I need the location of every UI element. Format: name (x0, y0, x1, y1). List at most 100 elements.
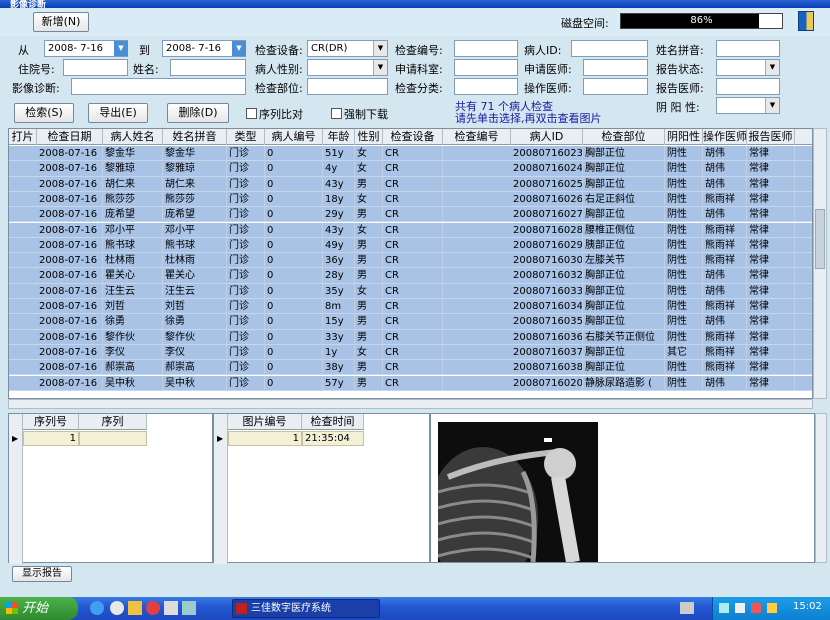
cell-age[interactable]: 4y (323, 161, 355, 177)
col-header-exam-no[interactable]: 检查编号 (443, 129, 511, 145)
scroll-thumb[interactable] (815, 209, 825, 269)
from-date-dropdown-icon[interactable]: ▼ (114, 41, 128, 56)
col-header-age[interactable]: 年龄 (323, 129, 355, 145)
cell-name-pinyin[interactable]: 郝崇高 (163, 360, 227, 376)
table-row[interactable]: 2008-07-16 吴中秋 吴中秋 门诊 0 57y 男 CR 20080716020 静脉尿路… (9, 375, 812, 391)
cell-yinyang[interactable]: 阴性 (665, 283, 703, 299)
cell-name-pinyin[interactable]: 瞿关心 (163, 268, 227, 284)
grid-horizontal-scrollbar[interactable] (8, 399, 813, 409)
cell-device[interactable]: CR (383, 222, 443, 238)
pinyin-input[interactable] (716, 40, 780, 57)
cell-yinyang[interactable]: 阴性 (665, 375, 703, 391)
cell-device[interactable]: CR (383, 146, 443, 161)
cell-exam-date[interactable]: 2008-07-16 (37, 268, 103, 284)
cell-type[interactable]: 门诊 (227, 329, 265, 345)
table-row[interactable]: 2008-07-16 郝崇高 郝崇高 门诊 0 38y 男 CR 20080716038 胸部正位… (9, 360, 812, 376)
viewer-scrollbar[interactable] (815, 413, 827, 563)
cell-age[interactable]: 18y (323, 191, 355, 207)
col-header-patient-id[interactable]: 病人ID (511, 129, 583, 145)
cell-exam-date[interactable]: 2008-07-16 (37, 314, 103, 330)
cell-exam-part[interactable]: 右膝关节正侧位 (583, 329, 665, 345)
cell-exam-date[interactable]: 2008-07-16 (37, 299, 103, 314)
cell-exam-date[interactable]: 2008-07-16 (37, 207, 103, 223)
table-row[interactable]: 2008-07-16 胡仁来 胡仁来 门诊 0 43y 男 CR 20080716025 胸部正位… (9, 176, 812, 192)
cell-operator[interactable]: 胡伟 (703, 176, 747, 192)
cell-type[interactable]: 门诊 (227, 146, 265, 161)
force-download-checkbox[interactable] (331, 108, 342, 119)
cell-exam-part[interactable]: 胸部正位 (583, 268, 665, 284)
cell-patient-no[interactable]: 0 (265, 191, 323, 207)
cell-age[interactable]: 38y (323, 360, 355, 376)
cell-operator[interactable]: 胡伟 (703, 314, 747, 330)
cell-name-pinyin[interactable]: 邓小平 (163, 222, 227, 238)
table-row[interactable]: 2008-07-16 熊书球 熊书球 门诊 0 49y 男 CR 20080716029 胰部正位… (9, 237, 812, 254)
cell-sex[interactable]: 男 (355, 314, 383, 330)
cell-name-pinyin[interactable]: 熊书球 (163, 237, 227, 253)
col-header-exam-date[interactable]: 检查日期 (37, 129, 103, 145)
cell-patient-id[interactable]: 20080716037 (511, 344, 583, 360)
table-row[interactable]: 2008-07-16 汪生云 汪生云 门诊 0 35y 女 CR 20080716033 胸部正位… (9, 283, 812, 299)
cell-yinyang[interactable]: 阴性 (665, 146, 703, 161)
cell-device[interactable]: CR (383, 344, 443, 360)
xray-thumbnail[interactable] (438, 422, 598, 562)
cell-patient-id[interactable]: 20080716025 (511, 176, 583, 192)
cell-type[interactable]: 门诊 (227, 299, 265, 314)
cell-name-pinyin[interactable]: 李仪 (163, 344, 227, 360)
cell-operator[interactable]: 熊雨祥 (703, 237, 747, 253)
cell-exam-date[interactable]: 2008-07-16 (37, 146, 103, 161)
export-button[interactable]: 导出(E) (88, 103, 148, 123)
cell-sex[interactable]: 男 (355, 329, 383, 345)
cell-operator[interactable]: 熊雨祥 (703, 360, 747, 376)
cell-age[interactable]: 1y (323, 344, 355, 360)
cell-patient-name[interactable]: 黎金华 (103, 146, 163, 161)
cell-patient-id[interactable]: 20080716026 (511, 191, 583, 207)
cell-type[interactable]: 门诊 (227, 375, 265, 391)
cell-operator[interactable]: 胡伟 (703, 161, 747, 177)
cell-device[interactable]: CR (383, 283, 443, 299)
cell-age[interactable]: 8m (323, 299, 355, 314)
yinyang-select[interactable]: ▼ (716, 97, 780, 114)
cell-sex[interactable]: 女 (355, 222, 383, 238)
cell-operator[interactable]: 熊雨祥 (703, 253, 747, 269)
cell-patient-name[interactable]: 刘哲 (103, 299, 163, 314)
cell-patient-no[interactable]: 0 (265, 222, 323, 238)
cell-exam-part[interactable]: 胸部正位 (583, 360, 665, 376)
cell-type[interactable]: 门诊 (227, 176, 265, 192)
cell-patient-name[interactable]: 熊书球 (103, 237, 163, 253)
cell-patient-no[interactable]: 0 (265, 161, 323, 177)
cell-name-pinyin[interactable]: 刘哲 (163, 299, 227, 314)
cell-exam-date[interactable]: 2008-07-16 (37, 176, 103, 192)
table-row[interactable]: 2008-07-16 李仪 李仪 门诊 0 1y 女 CR 20080716037 胸部正位 其它熊… (9, 344, 812, 361)
cell-patient-name[interactable]: 徐勇 (103, 314, 163, 330)
cell-exam-date[interactable]: 2008-07-16 (37, 191, 103, 207)
cell-operator[interactable]: 熊雨祥 (703, 222, 747, 238)
delete-button[interactable]: 删除(D) (167, 103, 229, 123)
cell-reporter[interactable]: 常律 (747, 191, 795, 207)
cell-patient-name[interactable]: 杜林雨 (103, 253, 163, 269)
cell-reporter[interactable]: 常律 (747, 161, 795, 177)
cell-age[interactable]: 49y (323, 237, 355, 253)
cell-yinyang[interactable]: 阴性 (665, 161, 703, 177)
cell-patient-id[interactable]: 20080716032 (511, 268, 583, 284)
cell-exam-part[interactable]: 胸部正位 (583, 314, 665, 330)
cell-patient-no[interactable]: 0 (265, 329, 323, 345)
cell-name-pinyin[interactable]: 黎雅琼 (163, 161, 227, 177)
category-input[interactable] (454, 78, 518, 95)
cell-operator[interactable]: 胡伟 (703, 268, 747, 284)
ie-icon[interactable] (90, 601, 104, 615)
cell-device[interactable]: CR (383, 253, 443, 269)
cell-sex[interactable]: 女 (355, 191, 383, 207)
cell-patient-name[interactable]: 庞希望 (103, 207, 163, 223)
cell-patient-id[interactable]: 20080716038 (511, 360, 583, 376)
operator-input[interactable] (583, 78, 648, 95)
cell-exam-date[interactable]: 2008-07-16 (37, 329, 103, 345)
cell-yinyang[interactable]: 阴性 (665, 360, 703, 376)
cell-exam-date[interactable]: 2008-07-16 (37, 237, 103, 253)
col-header-type[interactable]: 类型 (227, 129, 265, 145)
cell-device[interactable]: CR (383, 329, 443, 345)
cell-operator[interactable]: 胡伟 (703, 375, 747, 391)
cell-age[interactable]: 33y (323, 329, 355, 345)
cell-sex[interactable]: 男 (355, 268, 383, 284)
cell-patient-no[interactable]: 0 (265, 360, 323, 376)
cell-exam-date[interactable]: 2008-07-16 (37, 161, 103, 177)
